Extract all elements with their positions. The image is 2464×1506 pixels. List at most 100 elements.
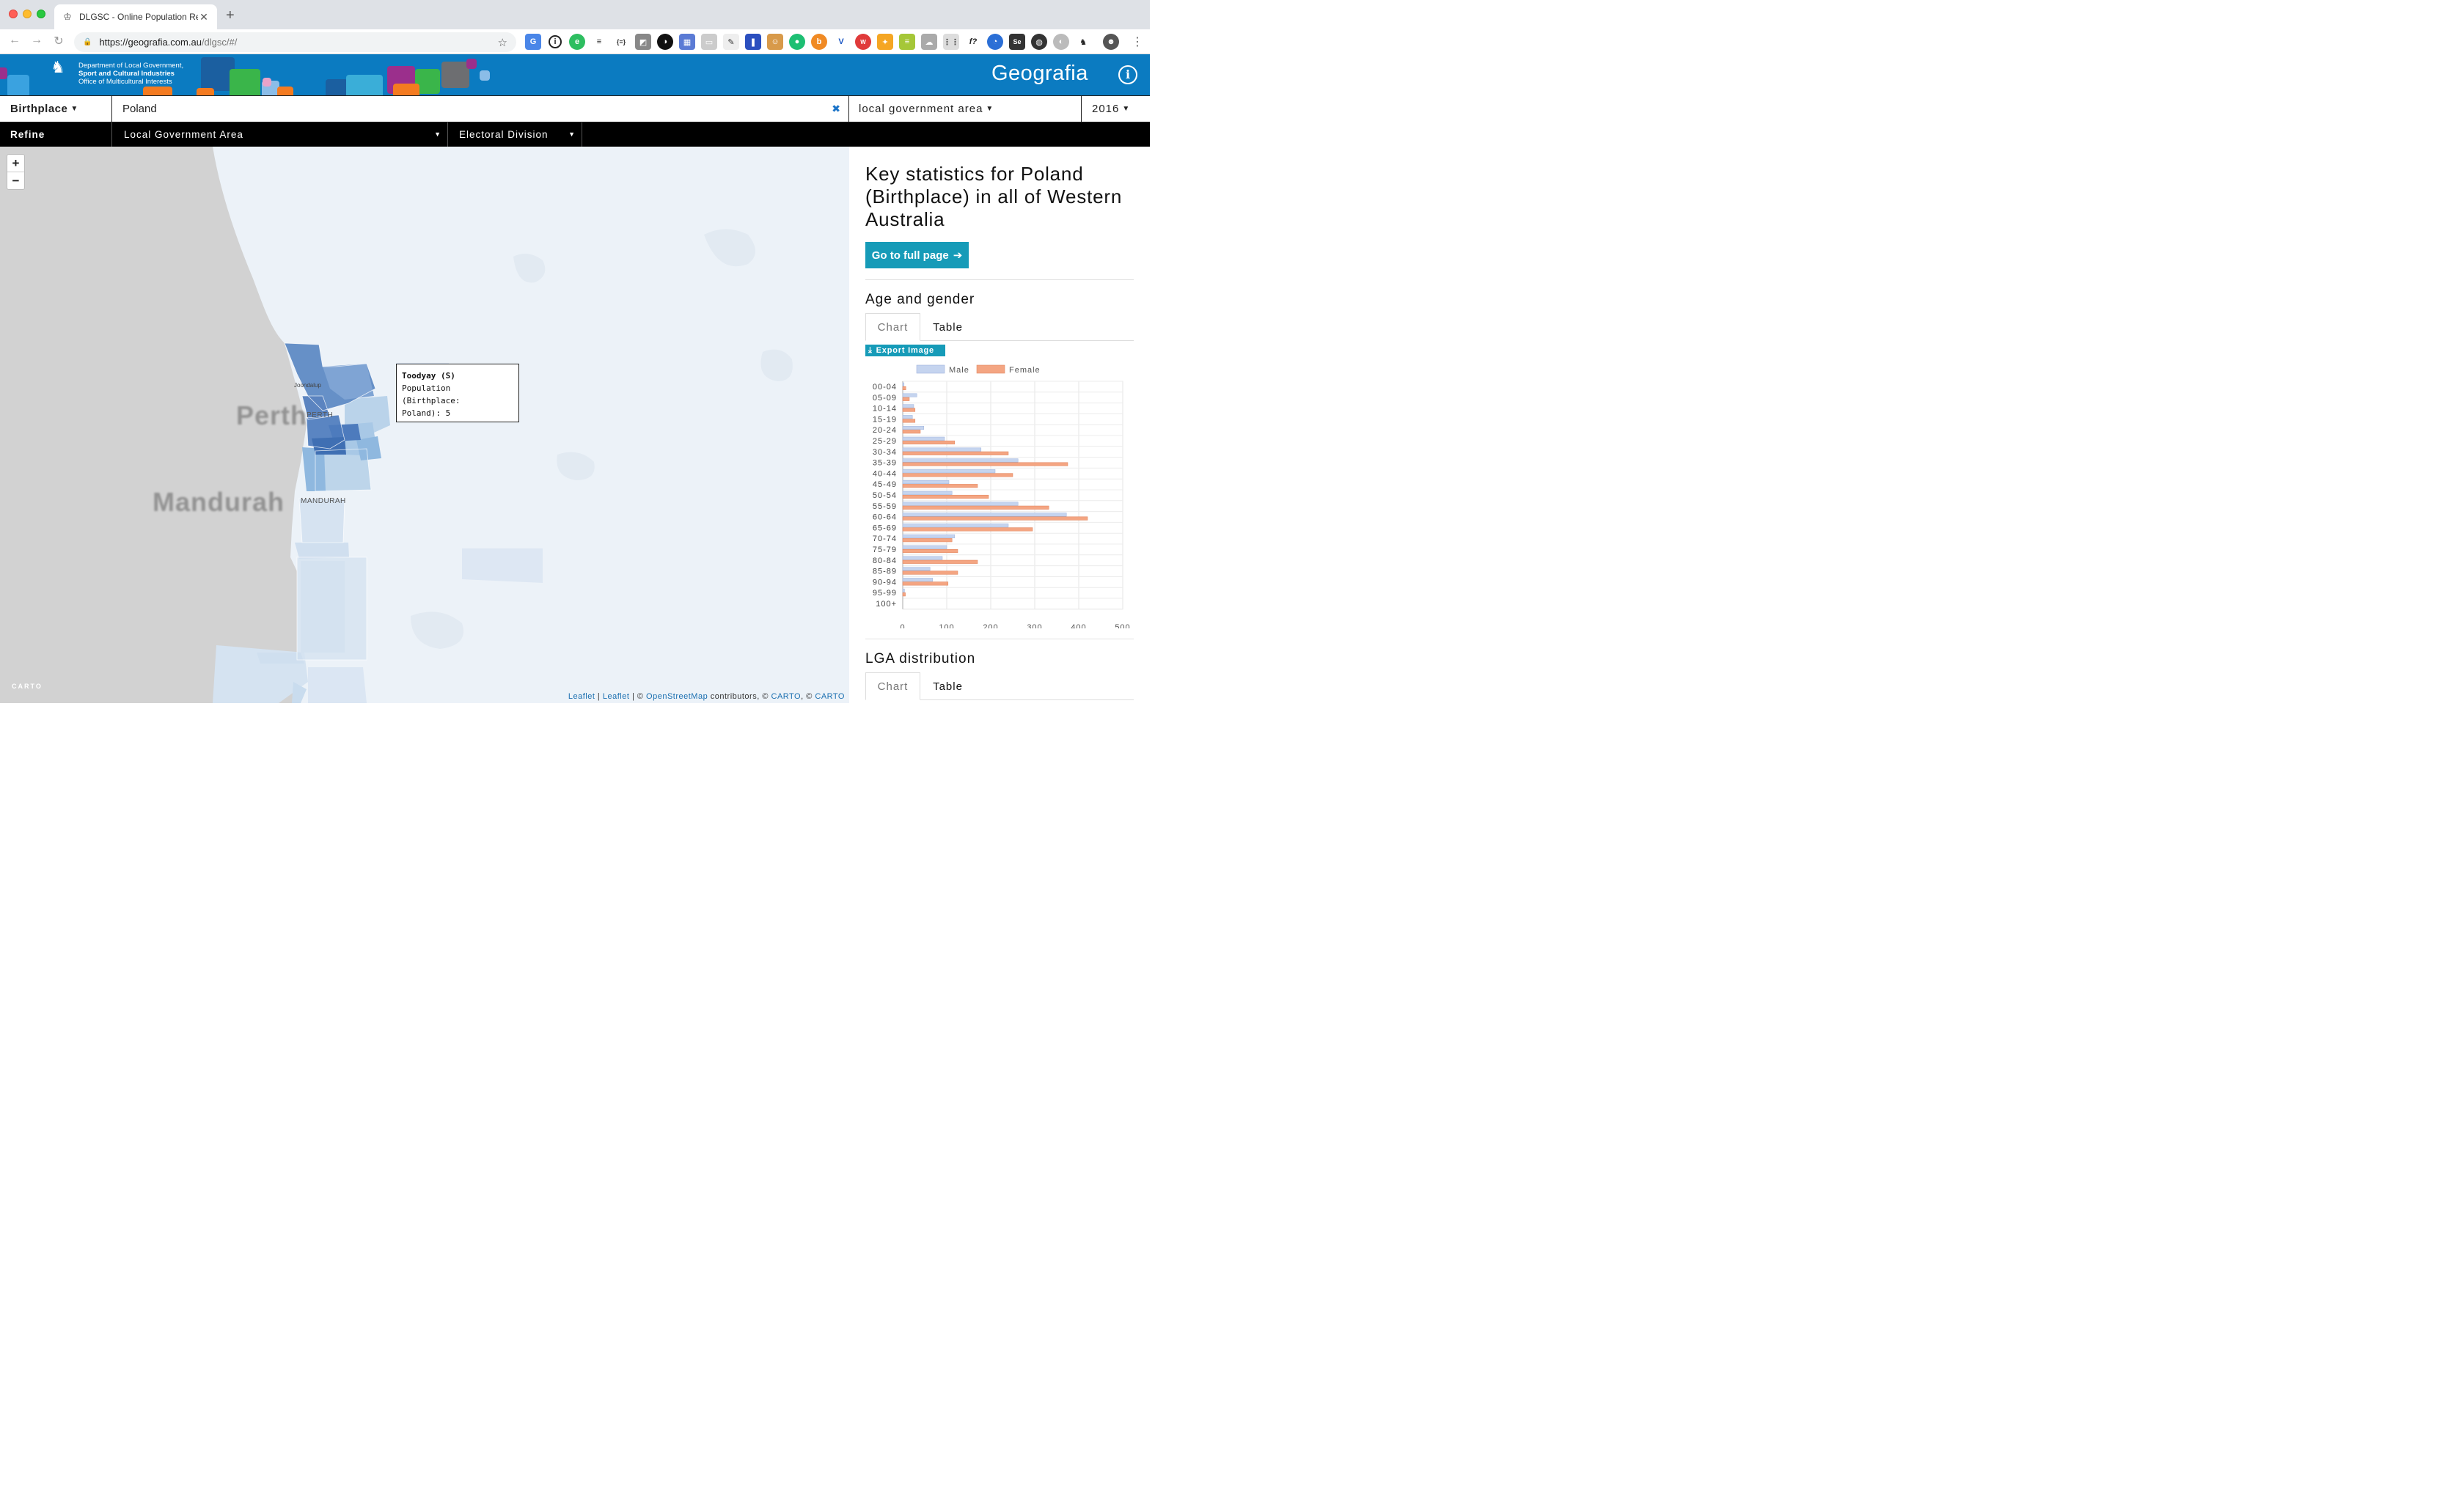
export-image-button[interactable]: ⤓ Export Image — [865, 345, 945, 356]
forward-arrow-icon[interactable]: → — [29, 34, 44, 47]
info-extension-icon[interactable]: i — [549, 35, 562, 48]
year-dropdown[interactable]: 2016 ▼ — [1082, 96, 1150, 122]
choropleth-map[interactable]: + − Joondalup Perth PERTH Mandurah MANDU… — [0, 147, 849, 703]
web-extension-icon[interactable]: W — [855, 34, 871, 50]
topic-dropdown[interactable]: Birthplace ▼ — [0, 96, 112, 122]
download-icon: ⤓ — [868, 345, 873, 355]
reload-icon[interactable]: ↻ — [51, 34, 66, 48]
dept-line-1: Department of Local Government, — [78, 62, 184, 70]
carto-link-2[interactable]: CARTO — [815, 692, 845, 701]
bar-male — [902, 534, 956, 539]
chat-extension-icon[interactable]: ▭ — [701, 34, 717, 50]
browser-tab[interactable]: ♔ DLGSC - Online Population Re ✕ — [54, 4, 217, 29]
lga-region[interactable] — [308, 667, 367, 703]
fox-extension-icon[interactable]: ✦ — [877, 34, 893, 50]
bar-female — [902, 527, 1033, 532]
zoom-in-button[interactable]: + — [7, 155, 24, 172]
search-input[interactable]: Poland ✖ — [112, 96, 849, 122]
browser-tab-bar: ♔ DLGSC - Online Population Re ✕ + — [0, 0, 1150, 29]
y-tick-label: 85-89 — [873, 567, 897, 576]
cloud-extension-icon[interactable]: ☁ — [921, 34, 937, 50]
dark-mode-extension-icon[interactable]: ◑ — [657, 34, 673, 50]
info-icon[interactable]: i — [1118, 65, 1137, 84]
hat-extension-icon[interactable]: ♞ — [1075, 34, 1091, 50]
lga-region[interactable] — [295, 543, 349, 559]
y-tick-label: 50-54 — [873, 491, 897, 500]
v-extension-icon[interactable]: V — [833, 34, 849, 50]
electoral-division-dropdown[interactable]: Electoral Division ▼ — [448, 122, 582, 147]
burger-extension-icon[interactable]: ≡ — [899, 34, 915, 50]
go-to-full-page-button[interactable]: Go to full page ➔ — [865, 242, 969, 268]
minimize-window-button[interactable] — [23, 10, 32, 18]
clear-search-icon[interactable]: ✖ — [832, 103, 840, 115]
tab-table[interactable]: Table — [920, 313, 975, 341]
lga-region[interactable] — [301, 561, 345, 653]
face-extension-icon[interactable]: ☺ — [767, 34, 783, 50]
close-window-button[interactable] — [9, 10, 18, 18]
geography-label: local government area — [859, 103, 983, 115]
new-tab-button[interactable]: + — [226, 7, 235, 24]
geography-dropdown[interactable]: local government area ▼ — [849, 96, 1082, 122]
avatar[interactable]: ☻ — [1103, 34, 1119, 50]
bar-male — [902, 425, 925, 430]
tool-extension-icon[interactable]: ◩ — [635, 34, 651, 50]
zoom-out-button[interactable]: − — [7, 172, 24, 190]
bar-female — [902, 386, 906, 391]
land-texture — [557, 452, 595, 480]
x-tick-label: 200 — [983, 623, 998, 628]
lga-region[interactable] — [299, 499, 345, 543]
bar-female — [902, 408, 916, 412]
translate-extension-icon[interactable]: G — [525, 34, 541, 50]
json-extension-icon[interactable]: {≡} — [613, 34, 629, 50]
topic-label: Birthplace — [10, 103, 68, 115]
se-extension-icon[interactable]: Se — [1009, 34, 1025, 50]
carto-link[interactable]: CARTO — [771, 692, 802, 701]
land-texture — [411, 611, 463, 649]
bar-female — [902, 430, 921, 434]
pen-extension-icon[interactable]: ✎ — [723, 34, 739, 50]
lga-dropdown[interactable]: Local Government Area ▼ — [112, 122, 448, 147]
osm-link[interactable]: OpenStreetMap — [646, 692, 708, 701]
attrib-separator: , © — [801, 692, 815, 701]
bar-male — [902, 404, 914, 408]
y-tick-label: 75-79 — [873, 546, 897, 554]
grid-extension-icon[interactable]: ⋮⋮ — [943, 34, 959, 50]
address-bar-row: ← → ↻ 🔒 https://geografia.com.au/dlgsc/#… — [0, 29, 1150, 54]
city-label-perth-small: PERTH — [307, 411, 334, 419]
browser-menu-icon[interactable]: ⋮ — [1132, 34, 1143, 49]
bar-female — [902, 397, 910, 401]
y-tick-label: 80-84 — [873, 557, 897, 565]
bookmark-extension-icon[interactable]: ❚ — [745, 34, 761, 50]
decor-square — [0, 67, 7, 79]
bar-female — [902, 505, 1049, 510]
geografia-logo[interactable]: Geografia — [991, 62, 1088, 86]
back-arrow-icon[interactable]: ← — [7, 34, 22, 47]
leaflet-link-2[interactable]: Leaflet — [603, 692, 630, 701]
close-tab-icon[interactable]: ✕ — [198, 11, 210, 23]
maximize-window-button[interactable] — [37, 10, 45, 18]
url-input[interactable]: 🔒 https://geografia.com.au/dlgsc/#/ ☆ — [74, 32, 516, 52]
gray-extension-icon[interactable]: ◐ — [1053, 34, 1069, 50]
tab-table-lga[interactable]: Table — [920, 672, 975, 700]
formula-extension-icon[interactable]: f? — [965, 34, 981, 50]
tab-chart[interactable]: Chart — [865, 313, 920, 341]
bar-male — [902, 502, 1019, 506]
leaflet-link[interactable]: Leaflet — [568, 692, 595, 701]
reader-extension-icon[interactable]: ≡ — [591, 34, 607, 50]
decor-square — [197, 88, 214, 95]
land-texture — [513, 254, 546, 283]
evernote-extension-icon[interactable]: e — [569, 34, 585, 50]
lga-region-perth[interactable] — [312, 437, 346, 455]
globe-extension-icon[interactable]: ◍ — [1031, 34, 1047, 50]
y-tick-label: 35-39 — [873, 459, 897, 468]
decor-square — [230, 69, 260, 95]
bookmark-star-icon[interactable]: ☆ — [498, 36, 507, 49]
tab-chart-lga[interactable]: Chart — [865, 672, 920, 700]
clock-extension-icon[interactable]: ◔ — [987, 34, 1003, 50]
caret-down-icon: ▼ — [70, 105, 78, 113]
green-dot-extension-icon[interactable]: ● — [789, 34, 805, 50]
lga-region[interactable] — [462, 548, 543, 583]
calendar-extension-icon[interactable]: ▦ — [679, 34, 695, 50]
carto-logo[interactable]: CARTO — [12, 683, 43, 690]
b-extension-icon[interactable]: b — [811, 34, 827, 50]
